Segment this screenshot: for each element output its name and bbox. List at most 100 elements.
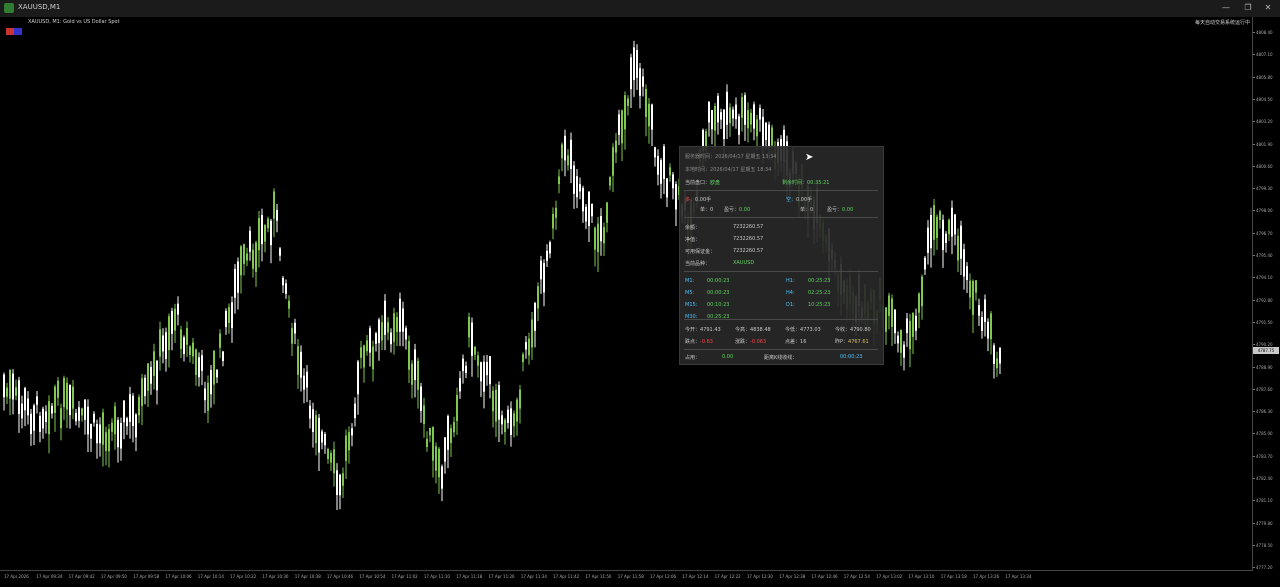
candle-body [246,253,248,261]
candle-body [477,355,479,366]
candle-body [543,263,545,293]
candle-body [162,335,164,352]
candle-body [579,184,581,192]
close-value: 4790.80 [850,327,871,333]
chart-area[interactable]: XAUUSD, M1: Gold vs US Dollar Spot 每天自动交… [0,17,1280,570]
price-tick-label: 4804.50 [1253,96,1273,102]
candle-body [942,219,944,250]
candle-body [60,408,62,429]
candle-body [660,160,662,184]
candle-body [336,470,338,496]
candle-body [537,286,539,309]
candle-body [231,302,233,329]
candlestick-chart[interactable] [0,17,1253,570]
candle-body [609,177,611,186]
candle-body [933,205,935,240]
candle-body [591,203,593,217]
candle-body [495,389,497,422]
symbol-label: 当前品种： [685,261,711,267]
candle-body [159,329,161,357]
maximize-button[interactable]: ❐ [1238,2,1258,14]
candle-body [36,396,38,405]
candle-body [546,250,548,261]
candle-body [483,361,485,392]
candle-body [885,307,887,332]
candle-body [534,302,536,331]
candle-body [744,95,746,125]
candle-body [423,405,425,424]
candle-body [639,68,641,96]
swap-label: 占用： [685,355,701,361]
price-axis[interactable]: 4808.40 4807.10 4805.80 4804.50 4803.20 4801.… [1252,17,1280,570]
candle-body [741,97,743,118]
candle-body [129,394,131,422]
candle-body [903,344,905,358]
candle-body [657,155,659,175]
candle-body [498,385,500,420]
time-tick-label: 17 Apr 10:22 [230,574,257,579]
candle-body [204,388,206,401]
time-tick-label: 17 Apr 10:46 [327,574,354,579]
low-value: 4773.03 [800,327,821,333]
candle-body [312,409,314,432]
mouse-cursor-icon: ➤ [805,152,814,163]
candle-body [222,351,224,362]
current-price-label: 4787.75 [1253,347,1279,354]
close-button[interactable]: ✕ [1258,2,1278,14]
candle-body [141,378,143,407]
candle-body [612,147,614,176]
candle-body [555,207,557,218]
candle-body [102,412,104,445]
candle-body [315,415,317,444]
candle-body [726,91,728,125]
countdown-label: 剩余时间： [782,180,808,186]
candle-body [558,176,560,185]
candle-body [987,321,989,339]
candle-body [258,217,260,251]
next-bar-value: 00:00:23 [840,354,863,360]
candle-body [30,413,32,434]
candle-body [99,424,101,444]
candle-body [576,176,578,198]
candle-body [240,246,242,276]
price-tick-label: 4800.60 [1253,163,1273,169]
candle-body [57,380,59,398]
candle-body [666,178,668,198]
candle-body [936,216,938,238]
candle-body [663,146,665,179]
candle-body [402,308,404,332]
price-tick-label: 4788.90 [1253,364,1273,370]
candle-body [945,233,947,243]
candle-body [447,415,449,450]
candle-body [9,369,11,399]
candle-body [261,214,263,245]
candle-body [450,428,452,443]
candle-body [150,367,152,384]
timeframe-label: M5: [685,290,695,296]
candle-body [300,351,302,378]
candle-body [177,303,179,315]
candle-body [114,406,116,435]
candle-body [381,322,383,341]
candle-body [303,375,305,390]
candle-body [915,315,917,331]
time-tick-label: 17 Apr 11:02 [391,574,418,579]
candle-body [342,473,344,486]
candle-body [711,110,713,130]
time-tick-label: 17 Apr 12:30 [746,574,773,579]
time-tick-label: 17 Apr 11:26 [488,574,515,579]
time-tick-label: 17 Apr 12:22 [714,574,741,579]
candle-body [84,399,86,420]
timeframe-label: H1: [786,278,795,284]
minimize-button[interactable]: — [1216,2,1236,14]
candle-body [168,316,170,351]
time-axis[interactable]: 17 Apr 2026 17 Apr 09:34 17 Apr 09:42 17 Ap… [0,570,1253,587]
ea-status-text: 每天自动交易系统运行中 [1194,20,1250,26]
free-margin-value: 7232260.57 [733,248,764,254]
timeframe-value: 02:25:23 [808,290,831,296]
candle-body [648,103,650,127]
balance-label: 余额： [685,225,701,231]
candle-body [645,88,647,117]
time-tick-label: 17 Apr 11:18 [456,574,483,579]
candle-body [6,387,8,397]
